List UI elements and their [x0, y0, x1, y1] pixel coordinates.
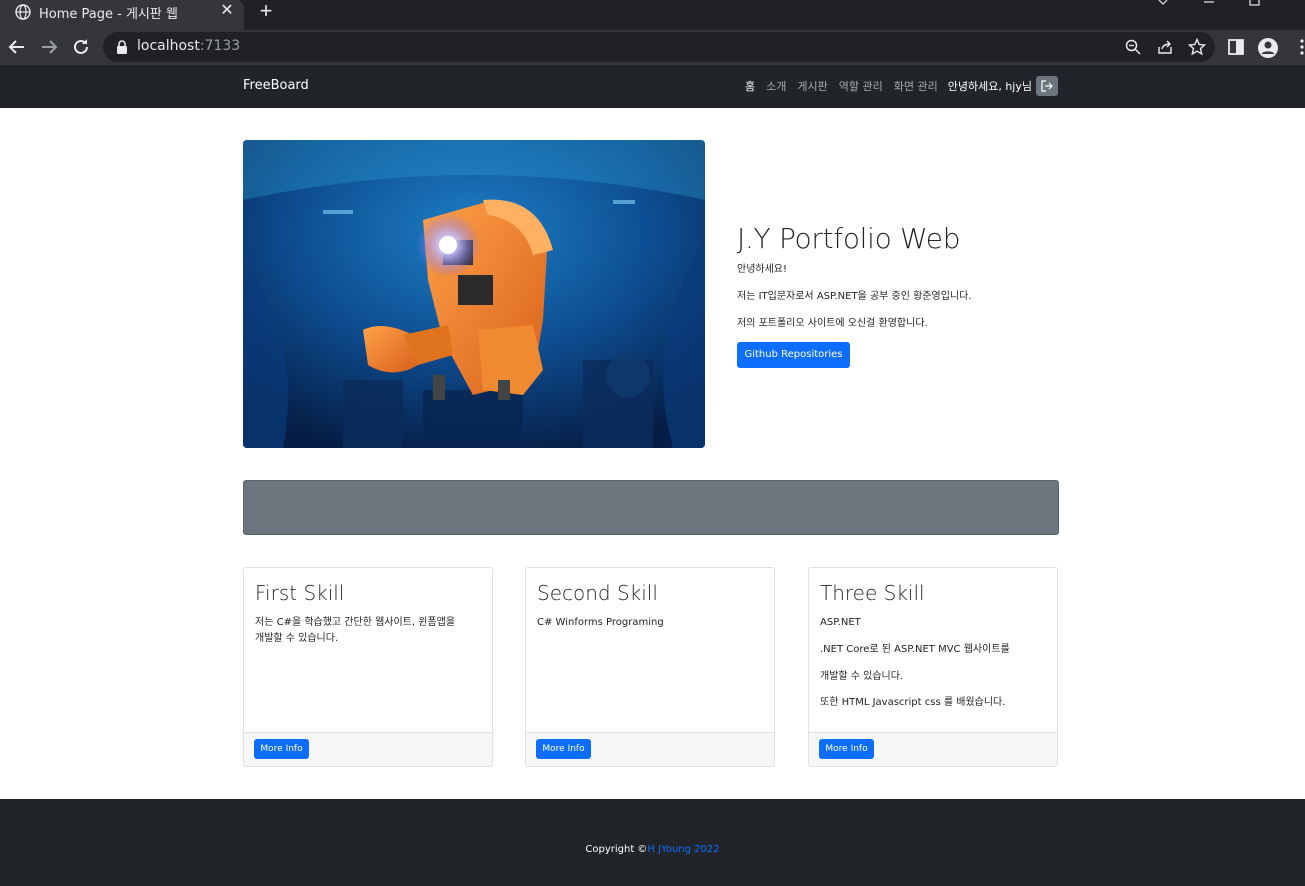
- nav-role-management[interactable]: 역할 관리: [839, 78, 883, 94]
- bookmark-star-icon[interactable]: [1188, 38, 1206, 56]
- menu-kebab-icon[interactable]: [1291, 37, 1305, 59]
- copyright-text: Copyright ©: [585, 844, 648, 855]
- address-bar[interactable]: localhost:7133: [103, 32, 1215, 62]
- browser-toolbar: localhost:7133: [0, 30, 1305, 65]
- side-panel-icon[interactable]: [1226, 37, 1248, 59]
- logout-button[interactable]: [1036, 76, 1058, 96]
- zoom-icon[interactable]: [1124, 38, 1142, 56]
- nav-board[interactable]: 게시판: [797, 78, 827, 94]
- card-text: ASP.NET: [820, 617, 861, 628]
- lock-icon[interactable]: [115, 39, 129, 55]
- browser-tab-bar: Home Page - 게시판 웹 ✕ +: [0, 0, 1305, 30]
- site-footer: Copyright ©H JYoung 2022: [0, 799, 1305, 886]
- more-info-button[interactable]: More Info: [254, 739, 309, 759]
- copyright: Copyright ©H JYoung 2022: [0, 844, 1305, 855]
- card-text: 또한 HTML Javascript css 를 배웠습니다.: [820, 697, 1006, 708]
- minimize-icon[interactable]: [1194, 0, 1224, 8]
- user-greeting: 안녕하세요, hjy님: [947, 80, 1032, 93]
- logout-icon: [1041, 80, 1053, 92]
- skill-card-second: Second Skill C# Winforms Programing More…: [525, 567, 775, 767]
- brand-link[interactable]: FreeBoard: [243, 78, 309, 93]
- robot-photo: [243, 140, 705, 448]
- hero-greeting: 안녕하세요!: [737, 264, 788, 275]
- skill-card-third: Three Skill ASP.NET .NET Core로 된 ASP.NET…: [808, 567, 1058, 767]
- github-repositories-button[interactable]: Github Repositories: [737, 342, 850, 368]
- card-footer: More Info: [809, 732, 1057, 766]
- hero-title: J.Y Portfolio Web: [737, 222, 961, 255]
- url-text[interactable]: localhost:7133: [137, 38, 240, 54]
- chevron-down-icon[interactable]: [1148, 0, 1178, 8]
- back-icon[interactable]: [5, 35, 29, 59]
- card-text: C# Winforms Programing: [537, 617, 664, 628]
- profile-icon[interactable]: [1257, 37, 1279, 59]
- author-link[interactable]: H JYoung 2022: [647, 844, 719, 855]
- hero-content: J.Y Portfolio Web 안녕하세요! 저는 IT입문자로서 ASP.…: [737, 222, 1057, 368]
- tab-close-icon[interactable]: ✕: [218, 2, 236, 20]
- hero-intro: 저는 IT입문자로서 ASP.NET을 공부 중인 황준영입니다.: [737, 291, 972, 302]
- card-text: 개발할 수 있습니다.: [255, 633, 339, 644]
- more-info-button[interactable]: More Info: [819, 739, 874, 759]
- globe-icon: [15, 4, 31, 20]
- card-text: 저는 C#을 학습했고 간단한 웹사이트, 윈폼앱을: [255, 617, 456, 628]
- card-text: 개발할 수 있습니다.: [820, 671, 904, 682]
- nav-screen-management[interactable]: 화면 관리: [894, 78, 938, 94]
- nav-about[interactable]: 소개: [766, 78, 786, 94]
- share-icon[interactable]: [1156, 38, 1174, 56]
- reload-icon[interactable]: [69, 35, 93, 59]
- nav-links: 홈 소개 게시판 역할 관리 화면 관리 안녕하세요, hjy님: [734, 76, 1058, 96]
- skill-card-first: First Skill 저는 C#을 학습했고 간단한 웹사이트, 윈폼앱을 개…: [243, 567, 493, 767]
- new-tab-button[interactable]: +: [256, 0, 276, 23]
- browser-tab[interactable]: Home Page - 게시판 웹 ✕: [0, 0, 244, 30]
- nav-home[interactable]: 홈: [745, 78, 755, 94]
- info-banner: [243, 480, 1059, 535]
- card-text: .NET Core로 된 ASP.NET MVC 웹사이트를: [820, 644, 1010, 655]
- card-title: First Skill: [255, 581, 345, 605]
- card-title: Three Skill: [820, 581, 925, 605]
- maximize-icon[interactable]: [1240, 0, 1270, 8]
- card-footer: More Info: [244, 732, 492, 766]
- more-info-button[interactable]: More Info: [536, 739, 591, 759]
- hero-image: [243, 140, 705, 448]
- tab-title: Home Page - 게시판 웹: [39, 7, 178, 22]
- card-title: Second Skill: [537, 581, 658, 605]
- forward-icon[interactable]: [37, 35, 61, 59]
- site-navbar: FreeBoard 홈 소개 게시판 역할 관리 화면 관리 안녕하세요, hj…: [0, 65, 1305, 108]
- hero-welcome: 저의 포트폴리오 사이트에 오신걸 환영합니다.: [737, 318, 928, 329]
- card-footer: More Info: [526, 732, 774, 766]
